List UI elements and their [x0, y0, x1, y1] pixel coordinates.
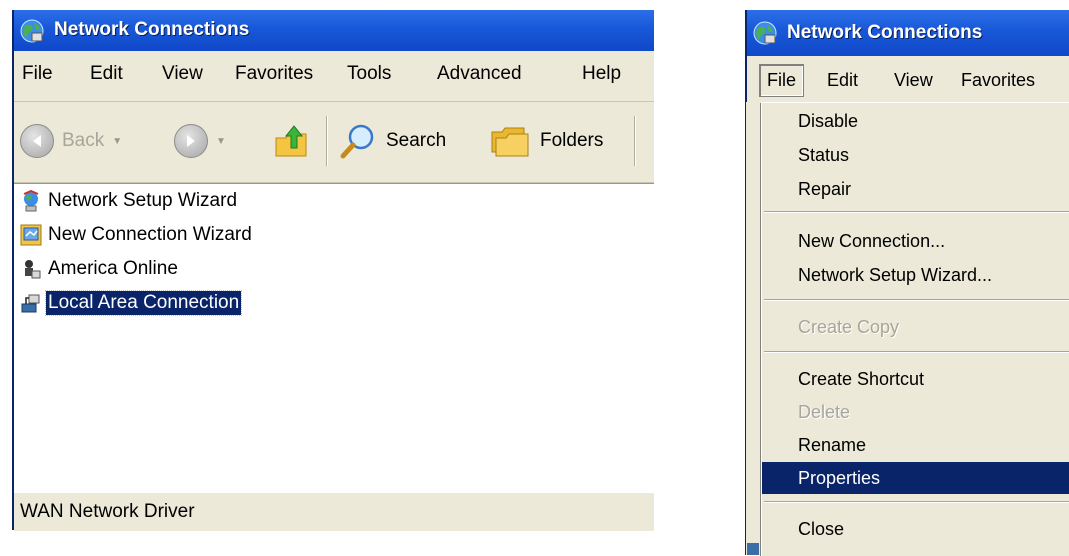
list-item[interactable]: New Connection Wizard — [20, 220, 254, 250]
menu-edit[interactable]: Edit — [90, 63, 123, 85]
menu-favorites[interactable]: Favorites — [235, 63, 313, 85]
new-connection-wizard-icon — [20, 224, 42, 246]
file-menu-dropdown: Disable Status Repair New Connection... … — [760, 102, 1069, 556]
menu-item-status[interactable]: Status — [762, 139, 1069, 171]
menu-item-rename[interactable]: Rename — [762, 429, 1069, 461]
lan-connection-icon — [21, 294, 40, 313]
folders-label: Folders — [540, 130, 604, 151]
forward-dropdown-icon[interactable]: ▼ — [216, 136, 226, 147]
list-item-label: Network Setup Wizard — [48, 190, 238, 211]
connections-list: Network Setup Wizard New Connection Wiza… — [14, 183, 654, 493]
search-button[interactable]: Search — [338, 122, 446, 160]
menu-view[interactable]: View — [894, 70, 933, 91]
menu-item-delete: Delete — [798, 401, 851, 422]
menu-separator — [764, 211, 1069, 213]
network-connections-window: Network Connections File Edit View Favor… — [12, 10, 654, 531]
title-bar[interactable]: Network Connections — [747, 10, 1069, 56]
menu-separator — [764, 501, 1069, 503]
menu-favorites[interactable]: Favorites — [961, 70, 1035, 91]
status-bar: WAN Network Driver — [14, 492, 654, 531]
up-folder-button[interactable] — [272, 122, 312, 160]
back-label: Back — [62, 130, 105, 151]
menu-item-network-setup[interactable]: Network Setup Wizard... — [762, 259, 1069, 291]
menu-item-disable[interactable]: Disable — [762, 105, 1069, 137]
list-item-label: New Connection Wizard — [48, 224, 252, 245]
dialup-connection-icon — [25, 260, 41, 279]
menu-bar: File Edit View Favorites Tools Advanced … — [14, 51, 654, 102]
network-connections-window-file-menu: Network Connections File Edit View Favor… — [745, 10, 1069, 556]
menu-separator — [764, 299, 1069, 301]
list-item[interactable]: America Online — [20, 254, 180, 284]
title-bar[interactable]: Network Connections — [14, 10, 654, 51]
forward-button[interactable]: ▼ — [174, 122, 226, 160]
toolbar: Back ▼ ▼ Search Folders — [14, 102, 654, 183]
window-title: Network Connections — [787, 22, 983, 43]
list-item-selected[interactable]: Local Area Connection — [20, 288, 243, 318]
menu-help[interactable]: Help — [582, 63, 621, 85]
window-title: Network Connections — [54, 19, 250, 40]
menu-item-new-connection[interactable]: New Connection... — [762, 225, 1069, 257]
menu-item-create-copy: Create Copy — [798, 316, 900, 337]
up-folder-icon — [275, 125, 307, 157]
search-icon — [340, 124, 374, 159]
list-item-label: America Online — [48, 258, 178, 279]
menu-tools[interactable]: Tools — [347, 63, 391, 85]
taskbar-edge — [747, 543, 759, 555]
menu-file[interactable]: File — [22, 63, 53, 85]
folders-icon — [491, 127, 529, 157]
toolbar-separator — [634, 116, 636, 166]
menu-bar: File Edit View Favorites — [747, 56, 1069, 102]
menu-file-open[interactable]: File — [759, 64, 805, 97]
menu-item-repair[interactable]: Repair — [762, 173, 1069, 205]
back-button[interactable]: Back ▼ — [20, 122, 122, 160]
folders-button[interactable]: Folders — [488, 122, 603, 160]
list-item[interactable]: Network Setup Wizard — [20, 186, 239, 216]
menu-item-properties[interactable]: Properties — [762, 462, 1069, 494]
search-label: Search — [386, 130, 447, 151]
network-setup-wizard-icon — [23, 190, 39, 212]
menu-item-create-shortcut[interactable]: Create Shortcut — [762, 363, 1069, 395]
network-globe-icon — [753, 21, 777, 45]
network-globe-icon — [20, 19, 44, 43]
menu-item-close[interactable]: Close — [762, 513, 1069, 545]
toolbar-separator — [326, 116, 328, 166]
menu-edit[interactable]: Edit — [827, 70, 858, 91]
status-text: WAN Network Driver — [20, 501, 195, 522]
forward-arrow-icon — [174, 124, 208, 158]
list-item-label: Local Area Connection — [44, 290, 243, 316]
menu-view[interactable]: View — [162, 63, 203, 85]
window-edge — [746, 102, 760, 555]
back-arrow-icon — [20, 124, 54, 158]
menu-advanced[interactable]: Advanced — [437, 63, 522, 85]
menu-separator — [764, 351, 1069, 353]
back-dropdown-icon[interactable]: ▼ — [112, 136, 122, 147]
